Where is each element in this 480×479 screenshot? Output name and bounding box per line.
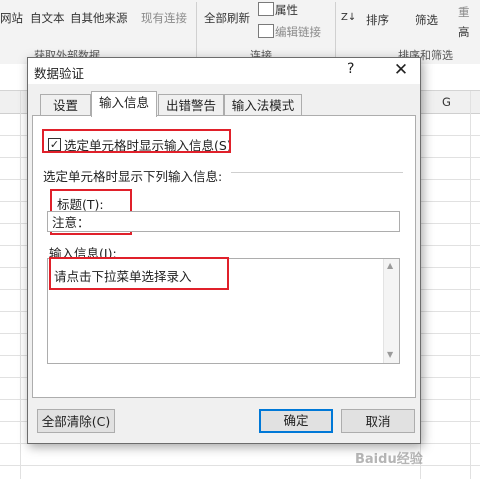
scroll-up-icon[interactable]: ▲ — [387, 261, 393, 270]
ribbon-edit-links[interactable]: 编辑链接 — [275, 24, 321, 40]
section-label: 选定单元格时显示下列输入信息: — [43, 169, 223, 184]
highlight-box-message — [49, 257, 229, 290]
ribbon-other-sources[interactable]: 自其他来源 — [70, 10, 128, 26]
tab-settings[interactable]: 设置 — [40, 94, 91, 116]
properties-icon — [258, 2, 274, 16]
close-icon[interactable]: ✕ — [388, 59, 414, 81]
ok-button[interactable]: 确定 — [259, 409, 333, 433]
ribbon-sort[interactable]: 排序 — [366, 12, 389, 28]
dialog-title: 数据验证 — [34, 66, 85, 81]
ribbon-refresh-all[interactable]: 全部刷新 — [204, 10, 250, 26]
title-input[interactable]: 注意： — [47, 211, 400, 232]
clear-all-button[interactable]: 全部清除(C) — [37, 409, 115, 433]
ribbon-existing-connections[interactable]: 现有连接 — [141, 10, 187, 26]
highlight-box-checkbox — [42, 129, 231, 153]
tab-ime-mode[interactable]: 输入法模式 — [224, 94, 302, 116]
ribbon-properties[interactable]: 属性 — [275, 2, 298, 18]
section-divider — [231, 172, 403, 173]
ribbon-from-text[interactable]: 自文本 — [30, 10, 65, 26]
message-scrollbar[interactable]: ▲ ▼ — [383, 259, 399, 363]
ribbon-advanced[interactable]: 高 — [458, 24, 470, 40]
baidu-watermark: Baidu经验 — [355, 452, 423, 467]
sort-az-icon[interactable]: Z↓ — [341, 12, 356, 23]
ribbon-filter[interactable]: 筛选 — [415, 12, 438, 28]
edit-links-icon — [258, 24, 274, 38]
excel-ribbon: 网站 自文本 自其他来源 现有连接 全部刷新 属性 编辑链接 Z↓ 排序 筛选 … — [0, 0, 480, 65]
dialog-titlebar[interactable]: 数据验证 ? ✕ — [28, 58, 420, 84]
tab-error-alert[interactable]: 出错警告 — [158, 94, 224, 116]
tab-input-message[interactable]: 输入信息 — [91, 91, 157, 117]
data-validation-dialog: 数据验证 ? ✕ 设置 输入信息 出错警告 输入法模式 ✓ 选定单元格时显示输入… — [27, 57, 421, 444]
cancel-button[interactable]: 取消 — [341, 409, 415, 433]
ribbon-reapply[interactable]: 重 — [458, 4, 470, 20]
scroll-down-icon[interactable]: ▼ — [387, 350, 393, 359]
ribbon-website[interactable]: 网站 — [0, 10, 23, 26]
help-button[interactable]: ? — [347, 61, 354, 77]
